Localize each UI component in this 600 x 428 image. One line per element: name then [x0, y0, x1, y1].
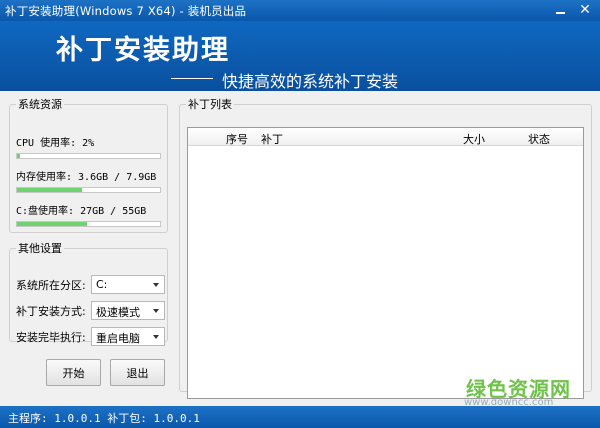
cpu-usage-bar	[16, 153, 161, 159]
status-bar: 主程序: 1.0.0.1 补丁包: 1.0.0.1	[0, 406, 600, 428]
system-resources-group: 系统资源 CPU 使用率: 2% 内存使用率: 3.6GB / 7.9GB C:…	[9, 96, 168, 233]
chevron-down-icon	[153, 283, 159, 287]
after-install-label: 安装完毕执行:	[16, 331, 86, 344]
memory-usage-fill	[17, 188, 83, 192]
cpu-usage-fill	[17, 154, 20, 158]
patch-list-group: 补丁列表 序号 补丁 大小 状态	[179, 96, 592, 399]
watermark: 绿色资源网 www.downcc.com	[446, 373, 596, 408]
version-info: 主程序: 1.0.0.1 补丁包: 1.0.0.1	[8, 412, 200, 425]
cpu-usage-label: CPU 使用率: 2%	[16, 138, 95, 149]
partition-select[interactable]: C:	[91, 275, 165, 294]
window-title: 补丁安装助理(Windows 7 X64) - 装机员出品	[5, 4, 247, 18]
slogan-dash	[171, 78, 213, 79]
install-mode-value: 极速模式	[96, 306, 140, 319]
install-mode-label: 补丁安装方式:	[16, 305, 86, 318]
other-settings-legend: 其他设置	[18, 242, 62, 255]
install-mode-select[interactable]: 极速模式	[91, 301, 165, 320]
system-resources-legend: 系统资源	[18, 98, 62, 111]
brand-title: 补丁安装助理	[56, 35, 230, 66]
chevron-down-icon	[153, 335, 159, 339]
disk-usage-fill	[17, 222, 88, 226]
patch-list-header: 序号 补丁 大小 状态	[188, 128, 583, 146]
chevron-down-icon	[153, 309, 159, 313]
minimize-icon	[555, 12, 565, 14]
column-header-status[interactable]: 状态	[528, 131, 550, 147]
start-button[interactable]: 开始	[46, 359, 101, 386]
memory-usage-bar	[16, 187, 161, 193]
close-icon: ✕	[579, 2, 591, 18]
disk-usage-label: C:盘使用率: 27GB / 55GB	[16, 206, 147, 217]
brand-slogan: 快捷高效的系统补丁安装	[222, 72, 399, 91]
disk-usage-bar	[16, 221, 161, 227]
patch-list-legend: 补丁列表	[188, 98, 232, 111]
other-settings-group: 其他设置 系统所在分区: C: 补丁安装方式: 极速模式 安装完毕执行: 重启电…	[9, 240, 168, 346]
close-button[interactable]: ✕	[576, 2, 594, 18]
exit-button[interactable]: 退出	[110, 359, 165, 386]
column-header-patch[interactable]: 补丁	[261, 131, 283, 147]
title-bar: 补丁安装助理(Windows 7 X64) - 装机员出品 ✕	[0, 0, 600, 21]
memory-usage-label: 内存使用率: 3.6GB / 7.9GB	[16, 172, 157, 183]
after-install-value: 重启电脑	[96, 332, 140, 345]
minimize-button[interactable]	[551, 2, 569, 18]
column-header-size[interactable]: 大小	[463, 131, 485, 147]
app-banner: 补丁安装助理 快捷高效的系统补丁安装	[0, 21, 600, 91]
column-header-index[interactable]: 序号	[226, 131, 248, 147]
after-install-select[interactable]: 重启电脑	[91, 327, 165, 346]
partition-value: C:	[96, 278, 108, 291]
patch-list-view[interactable]: 序号 补丁 大小 状态	[187, 127, 584, 399]
partition-label: 系统所在分区:	[16, 279, 86, 292]
